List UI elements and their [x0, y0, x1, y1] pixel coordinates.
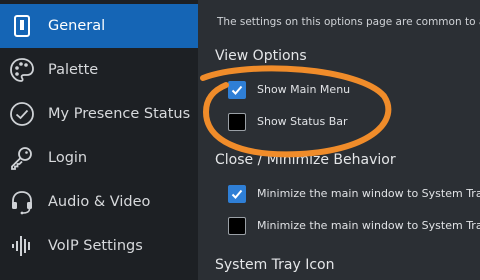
headset-icon: [8, 188, 36, 216]
options-panel: The settings on this options page are co…: [198, 0, 480, 280]
sidebar-item-label: Login: [48, 150, 88, 166]
check-circle-icon: [8, 100, 36, 128]
sidebar-item-label: Audio & Video: [48, 194, 151, 210]
sidebar-item-general[interactable]: General: [0, 4, 198, 48]
sidebar-item-login[interactable]: Login: [0, 136, 198, 180]
sidebar-item-palette[interactable]: Palette: [0, 48, 198, 92]
minimize-to-tray-label-2[interactable]: Minimize the main window to System Tray: [257, 219, 480, 232]
sidebar-item-label: Palette: [48, 62, 99, 78]
section-view-options: View Options: [215, 48, 307, 64]
minimize-to-tray-checkbox-1[interactable]: [228, 185, 246, 203]
key-icon: [8, 144, 36, 172]
show-main-menu-checkbox[interactable]: [228, 81, 246, 99]
sidebar-item-label: My Presence Status: [48, 106, 191, 122]
sidebar: General Palette My Presence Status Login…: [0, 0, 198, 280]
show-status-bar-label[interactable]: Show Status Bar: [257, 115, 348, 128]
show-status-bar-checkbox[interactable]: [228, 113, 246, 131]
section-close-minimize: Close / Minimize Behavior: [215, 152, 396, 168]
section-system-tray: System Tray Icon: [215, 257, 335, 273]
sidebar-item-label: General: [48, 18, 106, 34]
intro-text: The settings on this options page are co…: [217, 16, 480, 28]
sidebar-item-voip[interactable]: VoIP Settings: [0, 224, 198, 268]
minimize-to-tray-label-1[interactable]: Minimize the main window to System Tray: [257, 187, 480, 200]
waveform-icon: [8, 232, 36, 260]
sidebar-item-presence[interactable]: My Presence Status: [0, 92, 198, 136]
minimize-to-tray-checkbox-2[interactable]: [228, 217, 246, 235]
checkmark-icon: [231, 85, 243, 95]
sidebar-item-label: VoIP Settings: [48, 238, 143, 254]
sidebar-item-audio-video[interactable]: Audio & Video: [0, 180, 198, 224]
palette-icon: [8, 56, 36, 84]
checkmark-icon: [231, 189, 243, 199]
general-icon: [8, 12, 36, 40]
show-main-menu-label[interactable]: Show Main Menu: [257, 83, 350, 96]
